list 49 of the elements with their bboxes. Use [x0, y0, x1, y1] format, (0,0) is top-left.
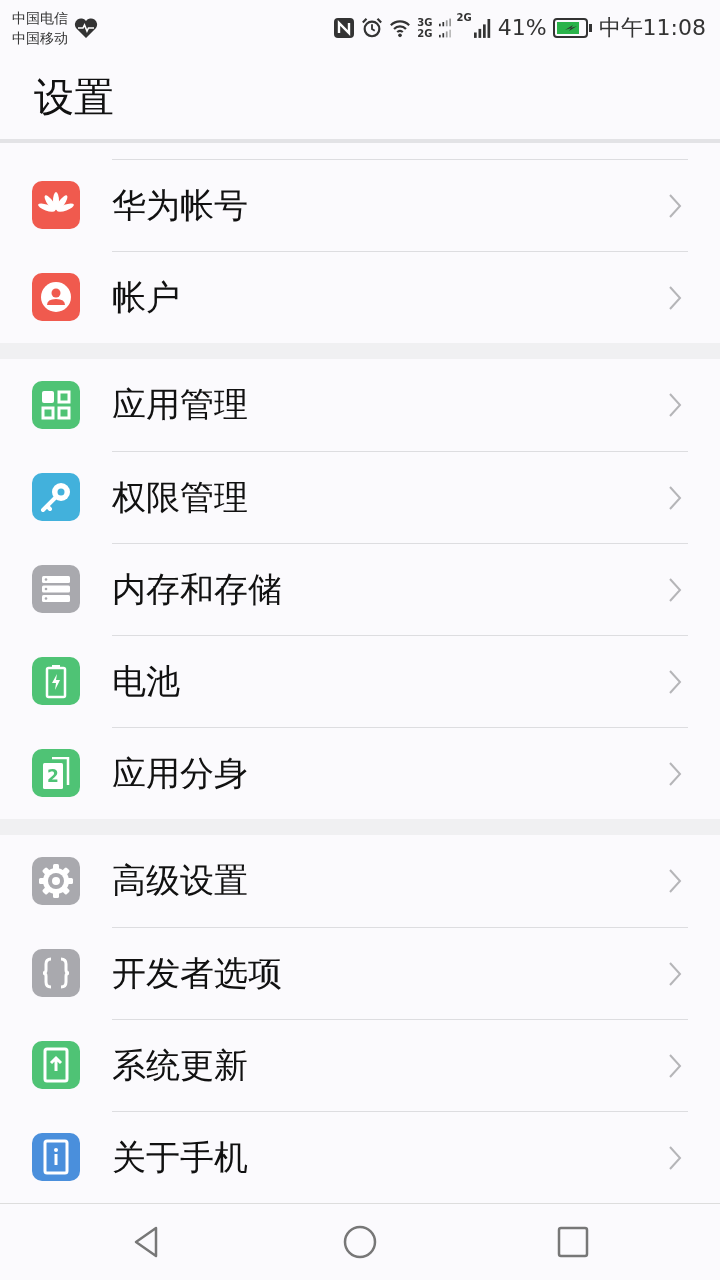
- chevron-right-icon: [668, 1144, 682, 1171]
- chevron-right-icon: [668, 868, 682, 895]
- settings-item[interactable]: 华为帐号: [0, 159, 720, 252]
- item-label: 高级设置: [112, 859, 249, 903]
- home-button[interactable]: [342, 1224, 378, 1261]
- chevron-right-icon: [668, 760, 682, 787]
- item-label: 关于手机: [112, 1135, 249, 1179]
- signal-icon: [438, 16, 451, 39]
- alarm-icon: [361, 16, 384, 39]
- page-title: 设置: [34, 73, 114, 123]
- settings-item[interactable]: 高级设置: [0, 835, 720, 928]
- network-type: 2G: [417, 27, 433, 39]
- battery-charging-icon: [552, 16, 593, 39]
- battery-percentage: 41%: [497, 15, 547, 41]
- settings-item[interactable]: 应用管理: [0, 359, 720, 452]
- network-type: 2G: [456, 12, 472, 23]
- settings-item[interactable]: 2 应用分身: [0, 727, 720, 820]
- badge-number: 2: [47, 766, 59, 787]
- chevron-right-icon: [668, 392, 682, 419]
- item-label: 华为帐号: [112, 183, 249, 227]
- nfc-icon: [333, 16, 356, 39]
- item-label: 权限管理: [112, 475, 249, 519]
- carrier-name: 中国移动: [12, 28, 68, 48]
- chevron-right-icon: [668, 192, 682, 219]
- settings-item[interactable]: 权限管理: [0, 451, 720, 544]
- clock-time: 中午11:08: [598, 13, 706, 42]
- settings-item[interactable]: 帐户: [0, 251, 720, 344]
- network-type: 3G: [417, 16, 433, 28]
- chevron-right-icon: [668, 284, 682, 311]
- chevron-right-icon: [668, 668, 682, 695]
- item-label: 电池: [112, 659, 181, 703]
- page-stack-icon: [42, 757, 70, 791]
- settings-item[interactable]: 开发者选项: [0, 927, 720, 1020]
- signal-icon: [473, 16, 492, 39]
- chevron-right-icon: [668, 484, 682, 511]
- item-label: 应用分身: [112, 751, 249, 795]
- item-label: 应用管理: [112, 383, 249, 427]
- chevron-right-icon: [668, 960, 682, 987]
- item-label: 开发者选项: [112, 951, 283, 995]
- chevron-right-icon: [668, 576, 682, 603]
- settings-item[interactable]: 内存和存储: [0, 543, 720, 636]
- item-label: 系统更新: [112, 1043, 249, 1087]
- carrier-name: 中国电信: [12, 8, 68, 28]
- item-label: 帐户: [112, 275, 181, 319]
- chevron-right-icon: [668, 1052, 682, 1079]
- item-label: 内存和存储: [112, 567, 283, 611]
- settings-item[interactable]: 电池: [0, 635, 720, 728]
- settings-item[interactable]: 系统更新: [0, 1019, 720, 1112]
- heart-rate-icon: [74, 16, 98, 39]
